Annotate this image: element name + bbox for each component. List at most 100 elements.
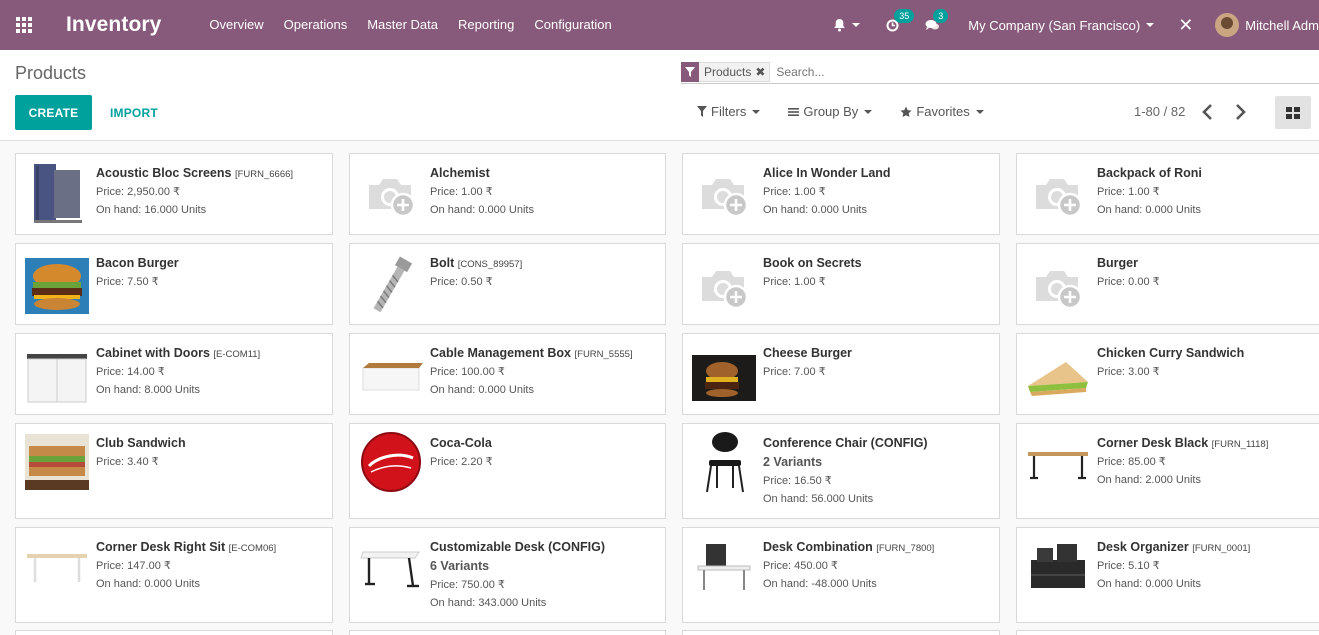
product-card[interactable]: Alice In Wonder Land Price: 1.00 ₹ On hand… [682,153,1000,235]
product-price: Price: 450.00 ₹ [763,560,838,572]
product-reference: [E-COM11] [213,349,261,360]
product-card[interactable]: Coca-Cola Price: 2.20 ₹ [349,423,666,519]
import-button[interactable]: IMPORT [110,95,158,130]
product-card[interactable]: Customizable Desk (CONFIG) 6 Variants Pric… [349,527,666,623]
user-menu[interactable]: Mitchell Adm [1215,13,1319,37]
product-price: Price: 1.00 ₹ [430,186,493,198]
product-image [24,432,90,492]
product-card[interactable]: Backpack of Roni Price: 1.00 ₹ On hand: 0.… [1016,153,1319,235]
product-name-text: Alchemist [430,166,490,180]
favorites-label: Favorites [916,104,970,119]
product-card[interactable]: Cabinet with Doors [E-COM11] Price: 14.00… [15,333,333,415]
product-price: Price: 7.50 ₹ [96,276,159,288]
product-card[interactable]: Corner Desk Right Sit [E-COM06] Price: 14… [15,527,333,623]
product-card[interactable]: Conference Chair (CONFIG) 2 Variants Price… [682,423,1000,519]
product-reference: [FURN_6666] [234,169,294,180]
product-image [24,256,90,316]
product-price: Price: 14.00 ₹ [96,366,165,378]
product-card[interactable]: Burger Price: 0.00 ₹ [1016,243,1319,325]
product-name-text: Book on Secrets [763,256,862,270]
product-name: Desk Combination [FURN_7800] [763,540,993,554]
product-name-text: Corner Desk Black [1097,436,1209,450]
product-info: Backpack of Roni Price: 1.00 ₹ On hand: 0.… [1097,166,1319,216]
product-card[interactable]: Chicken Curry Sandwich Price: 3.00 ₹ [1016,333,1319,415]
product-info: Bacon Burger Price: 7.50 ₹ [96,256,326,288]
menu-master-data[interactable]: Master Data [357,0,448,50]
chevron-down-icon [864,109,873,114]
product-name-text: Customizable Desk (CONFIG) [430,540,606,554]
product-card[interactable]: Alchemist Price: 1.00 ₹ On hand: 0.000 Uni… [349,153,666,235]
product-card[interactable]: Bolt [CONS_89957] Price: 0.50 ₹ [349,243,666,325]
pager-value[interactable]: 1-80 / 82 [1134,104,1185,119]
chevron-down-icon [1146,23,1155,27]
product-name: Alice In Wonder Land [763,166,993,180]
product-info: Bolt [CONS_89957] Price: 0.50 ₹ [430,256,659,288]
product-card[interactable]: Desk Organizer [FURN_0001] Price: 5.10 ₹ O… [1016,527,1319,623]
product-name: Backpack of Roni [1097,166,1319,180]
product-card[interactable]: Club Sandwich Price: 3.40 ₹ [15,423,333,519]
menu-operations[interactable]: Operations [274,0,358,50]
chevron-right-icon[interactable] [1233,103,1247,121]
product-card[interactable]: Cheese Burger Price: 7.00 ₹ [682,333,1000,415]
product-image [691,348,757,408]
kanban-view-button[interactable] [1275,96,1311,129]
product-image [24,348,90,408]
company-switcher[interactable]: My Company (San Francisco) [968,18,1155,33]
favorites-dropdown[interactable]: Favorites [900,104,984,119]
product-name: Cable Management Box [FURN_5555] [430,346,659,360]
product-on-hand: On hand: 2.000 Units [1097,474,1201,486]
messages-button[interactable]: 3 [925,8,949,32]
product-info: Chicken Curry Sandwich Price: 3.00 ₹ [1097,346,1319,378]
product-card[interactable]: Corner Desk Black [FURN_1118] Price: 85.0… [1016,423,1319,519]
product-image [24,536,90,596]
product-name-text: Burger [1097,256,1138,270]
product-name: Acoustic Bloc Screens [FURN_6666] [96,166,326,180]
activities-count-badge: 35 [894,8,915,23]
product-card[interactable]: Acoustic Bloc Screens [FURN_6666] Price: … [15,153,333,235]
product-name-text: Cabinet with Doors [96,346,210,360]
product-price: Price: 2.20 ₹ [430,456,493,468]
product-name: Alchemist [430,166,659,180]
filters-dropdown[interactable]: Filters [697,104,761,119]
product-card[interactable]: Desk Combination [FURN_7800] Price: 450.0… [682,527,1000,623]
product-name-text: Cheese Burger [763,346,852,360]
product-card[interactable] [15,630,333,635]
search-input[interactable] [776,64,1077,79]
product-name-text: Acoustic Bloc Screens [96,166,232,180]
product-card[interactable]: Cable Management Box [FURN_5555] Price: 1… [349,333,666,415]
remove-facet-icon[interactable]: ✖ [755,65,769,79]
app-title[interactable]: Inventory [66,13,161,37]
product-name: Book on Secrets [763,256,993,270]
debug-tools-icon[interactable]: ✕ [1178,15,1193,36]
menu-reporting[interactable]: Reporting [448,0,524,50]
menu-configuration[interactable]: Configuration [524,0,621,50]
activities-button[interactable]: 35 [886,8,915,32]
apps-menu-icon[interactable] [0,0,48,50]
product-name-text: Alice In Wonder Land [763,166,891,180]
product-name: Chicken Curry Sandwich [1097,346,1319,360]
search-bar: Products ✖ [681,60,1319,84]
product-image [358,348,424,408]
product-image [691,432,757,493]
menu-overview[interactable]: Overview [199,0,273,50]
product-card[interactable]: Bacon Burger Price: 7.50 ₹ [15,243,333,325]
navbar-right: 35 3 My Company (San Francisco) ✕ Mitche… [833,0,1319,50]
create-button[interactable]: CREATE [15,95,92,130]
product-info: Cheese Burger Price: 7.00 ₹ [763,346,993,378]
filter-icon [697,106,707,117]
groupby-dropdown[interactable]: Group By [788,104,873,119]
product-card[interactable] [1016,630,1319,635]
product-image [691,164,757,224]
product-info: Alchemist Price: 1.00 ₹ On hand: 0.000 Uni… [430,166,659,216]
notifications-dropdown[interactable] [833,18,861,32]
product-info: Burger Price: 0.00 ₹ [1097,256,1319,288]
product-card[interactable] [349,630,666,635]
product-card[interactable]: Book on Secrets Price: 1.00 ₹ [682,243,1000,325]
product-reference: [FURN_1118] [1211,439,1269,450]
chevron-left-icon[interactable] [1201,103,1215,121]
product-card[interactable] [682,630,1000,635]
product-image [358,536,424,596]
filter-icon [681,61,699,82]
product-info: Desk Combination [FURN_7800] Price: 450.0… [763,540,993,590]
product-price: Price: 1.00 ₹ [1097,186,1160,198]
